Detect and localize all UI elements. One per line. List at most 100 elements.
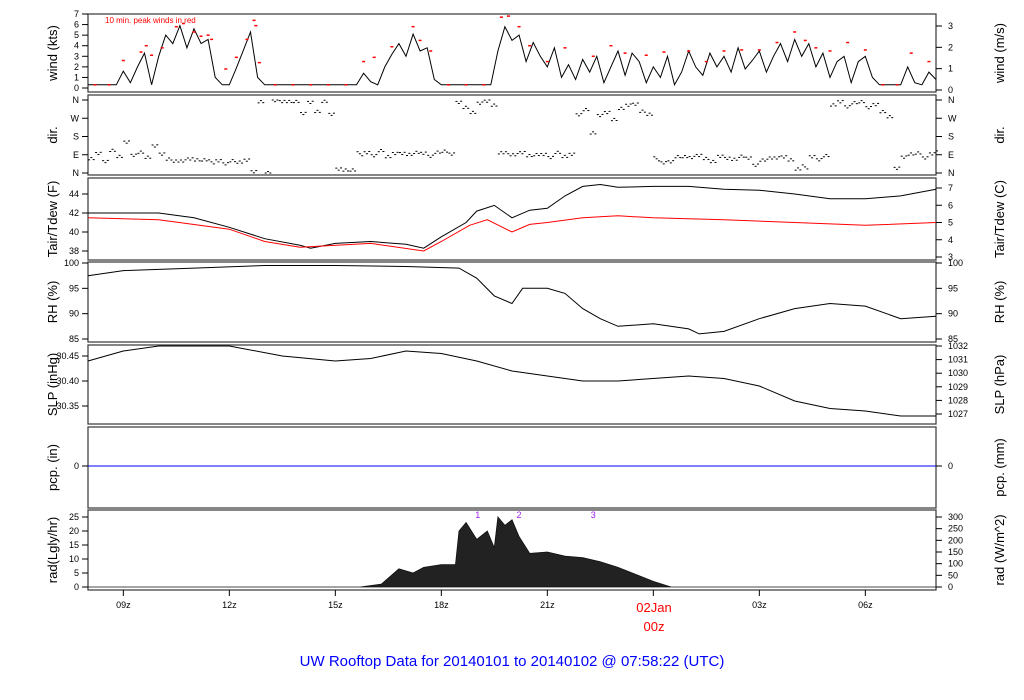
direction-point (422, 153, 425, 155)
direction-point (603, 111, 606, 113)
slp-left-axis-label: SLP (inHg) (45, 353, 60, 416)
direction-point (90, 157, 93, 159)
direction-point (544, 152, 547, 154)
direction-point (132, 155, 135, 157)
wind-panel-frame (87, 13, 937, 93)
direction-point (907, 154, 910, 156)
direction-point (172, 161, 175, 163)
direction-point (363, 151, 366, 153)
direction-point (519, 151, 522, 153)
temperature-left-tick-label: 38 (69, 246, 79, 256)
direction-point (785, 155, 788, 157)
direction-point (356, 151, 359, 153)
direction-point (243, 158, 246, 160)
direction-point (241, 162, 244, 164)
direction-point (478, 103, 481, 105)
direction-point (895, 168, 898, 170)
direction-point (297, 101, 300, 103)
direction-point (250, 170, 253, 172)
direction-point (705, 156, 708, 158)
direction-point (837, 100, 840, 102)
direction-point (933, 152, 936, 154)
direction-point (625, 103, 628, 105)
direction-point (490, 105, 493, 107)
direction-point (830, 105, 832, 107)
meteogram: UW Rooftop Data for 20140101 to 20140102… (45, 9, 1007, 670)
direction-point (716, 154, 719, 156)
chart-title: UW Rooftop Data for 20140101 to 20140102… (300, 653, 725, 670)
direction-point (551, 155, 554, 157)
wind-left-axis-label: wind (kts) (45, 25, 60, 82)
direction-point (455, 100, 458, 102)
direction-point (733, 157, 736, 159)
direction-point (415, 150, 418, 152)
direction-point (120, 156, 123, 158)
direction-point (248, 158, 251, 160)
direction-point (867, 108, 870, 110)
direction-left-axis-label: dir. (45, 126, 60, 143)
direction-point (549, 158, 552, 160)
direction-point (427, 154, 430, 156)
direction-point (924, 158, 927, 160)
direction-point (332, 112, 335, 114)
direction-point (238, 160, 241, 162)
direction-point (575, 113, 578, 115)
direction-point (686, 157, 689, 159)
direction-point (182, 161, 185, 163)
rh-line (87, 265, 937, 335)
tdew-line (87, 215, 937, 252)
direction-point (316, 109, 319, 111)
direction-point (879, 112, 882, 114)
direction-point (669, 162, 672, 164)
direction-right-tick-label: N (948, 168, 955, 178)
direction-point (380, 148, 383, 150)
direction-point (311, 100, 314, 102)
direction-point (655, 158, 658, 160)
temperature-right-axis-label: Tair/Tdew (C) (992, 180, 1007, 258)
direction-point (403, 151, 406, 153)
direction-point (657, 160, 660, 162)
direction-point (592, 131, 595, 133)
direction-point (815, 158, 818, 160)
direction-point (398, 152, 401, 154)
direction-point (304, 111, 307, 113)
direction-point (434, 152, 437, 154)
direction-point (865, 106, 868, 108)
direction-point (104, 162, 107, 164)
direction-point (203, 158, 206, 160)
direction-point (245, 160, 248, 162)
direction-point (406, 155, 408, 157)
direction-point (596, 114, 599, 116)
direction-point (137, 152, 140, 154)
direction-point (533, 155, 536, 157)
direction-point (752, 163, 755, 165)
direction-point (740, 154, 743, 156)
direction-point (811, 157, 814, 159)
direction-point (99, 151, 102, 153)
direction-point (771, 158, 774, 160)
radiation-left-tick-label: 15 (69, 540, 79, 550)
direction-point (587, 110, 590, 112)
direction-point (834, 105, 837, 107)
direction-point (874, 105, 877, 107)
direction-point (408, 152, 411, 154)
radiation-right-tick-label: 250 (948, 524, 963, 534)
direction-point (170, 159, 173, 161)
direction-point (846, 107, 849, 109)
direction-point (389, 157, 392, 159)
direction-point (201, 160, 204, 162)
direction-point (500, 151, 503, 153)
direction-point (735, 159, 738, 161)
direction-point (342, 170, 345, 172)
direction-point (165, 159, 168, 161)
direction-point (761, 158, 764, 160)
direction-left-tick-label: W (71, 113, 80, 123)
direction-point (168, 157, 171, 159)
wind-right-tick-label: 3 (948, 21, 953, 31)
direction-point (212, 163, 215, 165)
direction-point (231, 159, 234, 161)
x-tick-label: 21z (540, 600, 555, 610)
wind-right-axis-label: wind (m/s) (992, 23, 1007, 84)
direction-point (688, 156, 691, 158)
direction-point (295, 99, 298, 101)
